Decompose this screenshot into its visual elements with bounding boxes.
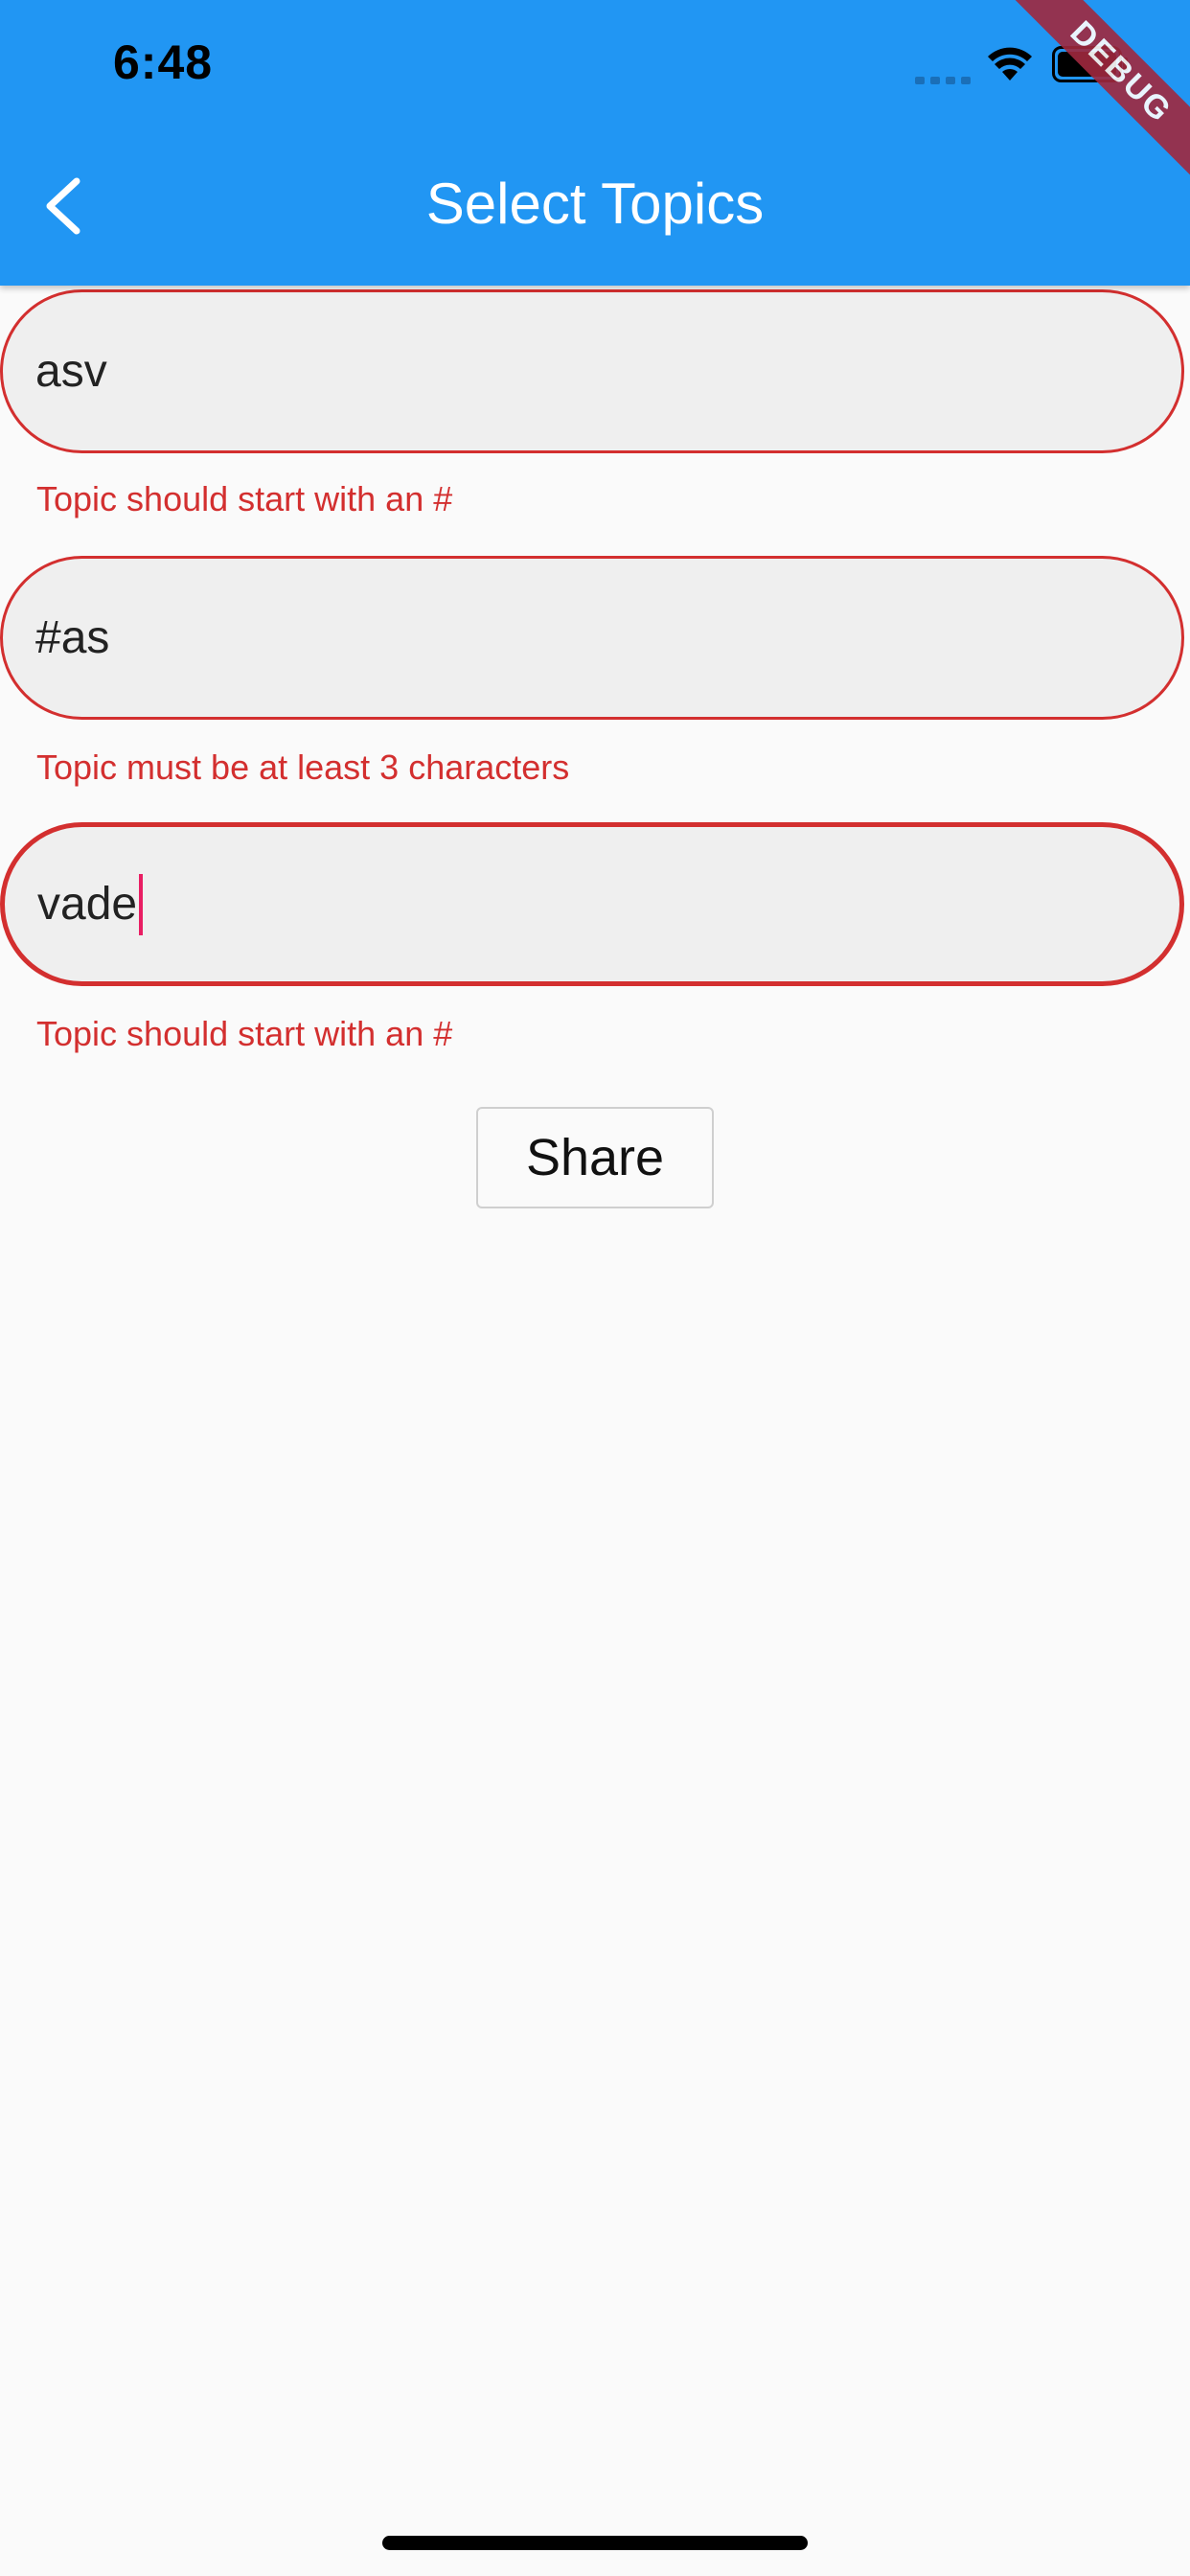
topic-input-value: vade bbox=[37, 879, 138, 930]
topic-error-2: Topic must be at least 3 characters bbox=[36, 748, 570, 787]
home-indicator[interactable] bbox=[382, 2536, 808, 2550]
text-cursor bbox=[139, 873, 144, 935]
topic-input-3[interactable]: vade bbox=[0, 822, 1184, 986]
cellular-signal-icon bbox=[915, 77, 971, 84]
topic-error-1: Topic should start with an # bbox=[36, 479, 453, 518]
page-title: Select Topics bbox=[425, 172, 765, 236]
app-bar: 6:48 Select Topics bbox=[0, 0, 1190, 286]
battery-icon bbox=[1052, 46, 1128, 82]
topic-input-value: asv bbox=[35, 346, 107, 397]
topic-input-value: #as bbox=[35, 612, 110, 663]
topic-input-1[interactable]: asv bbox=[0, 289, 1184, 453]
share-button[interactable]: Share bbox=[476, 1107, 714, 1208]
topic-error-3: Topic should start with an # bbox=[36, 1014, 453, 1053]
status-bar-time: 6:48 bbox=[113, 35, 214, 89]
wifi-icon bbox=[988, 47, 1032, 80]
topic-input-2[interactable]: #as bbox=[0, 556, 1184, 720]
